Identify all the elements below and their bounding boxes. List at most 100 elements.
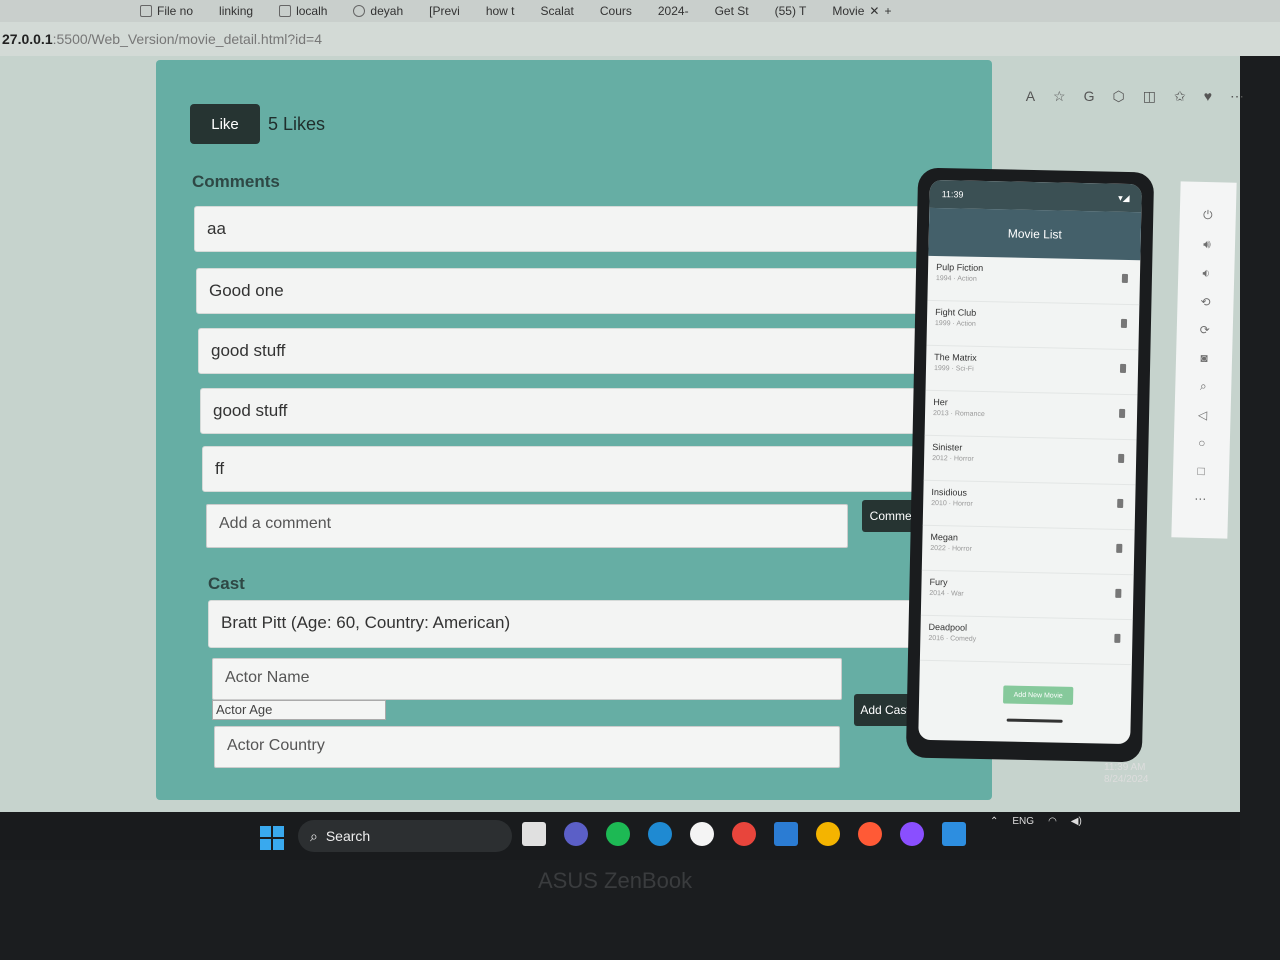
cast-item: Bratt Pitt (Age: 60, Country: American) (208, 600, 920, 648)
more-menu-icon[interactable]: ⋯ (1230, 88, 1244, 105)
taskbar-apps (522, 822, 966, 846)
delete-icon[interactable] (1115, 588, 1122, 598)
github-icon (353, 5, 366, 17)
new-tab-icon[interactable]: + (884, 4, 891, 18)
notepad-icon[interactable] (690, 822, 714, 846)
browser-tab[interactable]: Get St (715, 4, 749, 18)
movie-list-item[interactable]: Deadpool 2016 · Comedy (919, 615, 1133, 666)
volume-down-icon[interactable]: 🔉︎ (1202, 266, 1210, 281)
delete-icon[interactable] (1119, 408, 1126, 418)
comment-item: Good one (196, 268, 932, 314)
movie-list-item[interactable]: The Matrix 1999 · Sci-Fi (925, 345, 1139, 396)
tray-chevron-icon[interactable]: ⌃ (990, 816, 998, 827)
emulator-screen: 11:39 ▾◢ Movie List Pulp Fiction 1994 · A… (918, 179, 1142, 745)
browser-tab[interactable]: (55) T (775, 4, 807, 18)
search-icon: ⌕ (310, 827, 318, 844)
page-icon (279, 5, 292, 17)
language-indicator[interactable]: ENG (1012, 816, 1034, 827)
browser-tab-active[interactable]: Movie ✕ + (832, 4, 891, 18)
delete-icon[interactable] (1119, 363, 1127, 373)
taskbar-search[interactable]: ⌕ Search (298, 820, 512, 852)
extensions-icon[interactable]: ⬡ (1112, 88, 1124, 105)
browser-tab[interactable]: 2024- (658, 4, 689, 18)
notes-icon[interactable] (774, 822, 798, 846)
rotate-right-icon[interactable]: ⟳ (1200, 323, 1210, 337)
clock-date: 8/24/2024 (1104, 774, 1149, 785)
grammarly-icon[interactable]: G (1084, 88, 1095, 105)
like-row: Like 5 Likes (190, 104, 325, 144)
browser-essentials-icon[interactable]: ♥ (1204, 88, 1212, 105)
more-icon[interactable]: ⋯ (1194, 492, 1206, 506)
browser-tab[interactable]: Cours (600, 4, 632, 18)
status-bar: 11:39 ▾◢ (929, 179, 1142, 213)
favorite-star-icon[interactable]: ☆ (1053, 88, 1066, 105)
delete-icon[interactable] (1121, 273, 1129, 284)
status-time: 11:39 (941, 189, 964, 200)
movie-list-item[interactable]: Her 2013 · Romance (924, 390, 1138, 441)
app-bar-title: Movie List (928, 207, 1142, 261)
vscode-icon[interactable] (942, 822, 966, 846)
browser-tab[interactable]: [Previ (429, 4, 460, 18)
add-new-movie-button[interactable]: Add New Movie (1002, 685, 1074, 705)
task-view-icon[interactable] (522, 822, 546, 846)
like-button[interactable]: Like (190, 104, 260, 144)
emulator-side-toolbar: ⏻ 🔊︎ 🔉︎ ⟲ ⟳ ◙ ⌕ ◁ ○ □ ⋯ (1171, 181, 1237, 539)
speaker-icon[interactable]: ◀) (1071, 816, 1082, 827)
actor-name-input[interactable]: Actor Name (212, 658, 842, 700)
comment-item: aa (194, 206, 934, 252)
browser-tab[interactable]: File no (140, 4, 193, 18)
comment-item: good stuff (198, 328, 930, 374)
chrome-canary-icon[interactable] (732, 822, 756, 846)
camera-icon[interactable]: ◙ (1200, 351, 1208, 365)
volume-up-icon[interactable]: 🔊︎ (1203, 237, 1211, 252)
browser-tab[interactable]: deyah (353, 4, 403, 18)
browser-tab[interactable]: localh (279, 4, 327, 18)
browser-toolbar: A ☆ G ⬡ ◫ ✩ ♥ ⋯ (1026, 88, 1244, 105)
movie-list-item[interactable]: Megan 2022 · Horror (921, 525, 1135, 576)
clock-time: 11:39 AM (1104, 762, 1146, 773)
url-host: 27.0.0.1 (2, 31, 53, 47)
browser-tab[interactable]: linking (219, 4, 253, 18)
postman-icon[interactable] (858, 822, 882, 846)
back-icon[interactable]: ◁ (1198, 408, 1208, 422)
address-bar[interactable]: 27.0.0.1:5500/Web_Version/movie_detail.h… (0, 22, 1280, 56)
chrome-icon[interactable] (816, 822, 840, 846)
signal-icon: ▾◢ (1118, 192, 1130, 203)
delete-icon[interactable] (1114, 633, 1121, 643)
page-icon (140, 5, 152, 17)
movie-list-item[interactable]: Sinister 2012 · Horror (923, 435, 1137, 486)
comment-input[interactable]: Add a comment (206, 504, 848, 548)
movie-list-item[interactable]: Pulp Fiction 1994 · Action (927, 255, 1141, 306)
split-screen-icon[interactable]: ◫ (1143, 88, 1156, 105)
power-icon[interactable]: ⏻ (1203, 208, 1213, 223)
wifi-icon[interactable]: ◠ (1048, 816, 1057, 827)
movie-list-item[interactable]: Fight Club 1999 · Action (926, 300, 1140, 351)
browser-tab[interactable]: Scalat (541, 4, 574, 18)
actor-country-input[interactable]: Actor Country (214, 726, 840, 768)
github-desktop-icon[interactable] (900, 822, 924, 846)
movie-list-item[interactable]: Insidious 2010 · Horror (922, 480, 1136, 531)
delete-icon[interactable] (1117, 498, 1124, 508)
actor-age-input[interactable]: Actor Age (212, 700, 386, 720)
home-icon[interactable]: ○ (1198, 436, 1206, 450)
windows-start-icon[interactable] (260, 826, 284, 850)
zoom-icon[interactable]: ⌕ (1200, 379, 1207, 394)
system-clock[interactable]: 11:39 AM 8/24/2024 (1104, 762, 1149, 786)
overview-icon[interactable]: □ (1197, 464, 1205, 478)
movie-list-item[interactable]: Fury 2014 · War (920, 570, 1134, 621)
edge-icon[interactable] (648, 822, 672, 846)
url-path: :5500/Web_Version/movie_detail.html?id=4 (52, 31, 323, 47)
rotate-left-icon[interactable]: ⟲ (1200, 295, 1210, 309)
android-emulator: 11:39 ▾◢ Movie List Pulp Fiction 1994 · A… (905, 167, 1155, 763)
spotify-icon[interactable] (606, 822, 630, 846)
delete-icon[interactable] (1120, 318, 1128, 328)
close-icon[interactable]: ✕ (869, 4, 879, 18)
delete-icon[interactable] (1116, 543, 1123, 553)
browser-tab[interactable]: how t (486, 4, 515, 18)
favorites-icon[interactable]: ✩ (1174, 88, 1186, 105)
read-aloud-icon[interactable]: A (1026, 88, 1035, 105)
gesture-nav-bar[interactable] (1006, 718, 1063, 723)
teams-icon[interactable] (564, 822, 588, 846)
comments-heading: Comments (192, 172, 280, 191)
delete-icon[interactable] (1118, 453, 1125, 463)
